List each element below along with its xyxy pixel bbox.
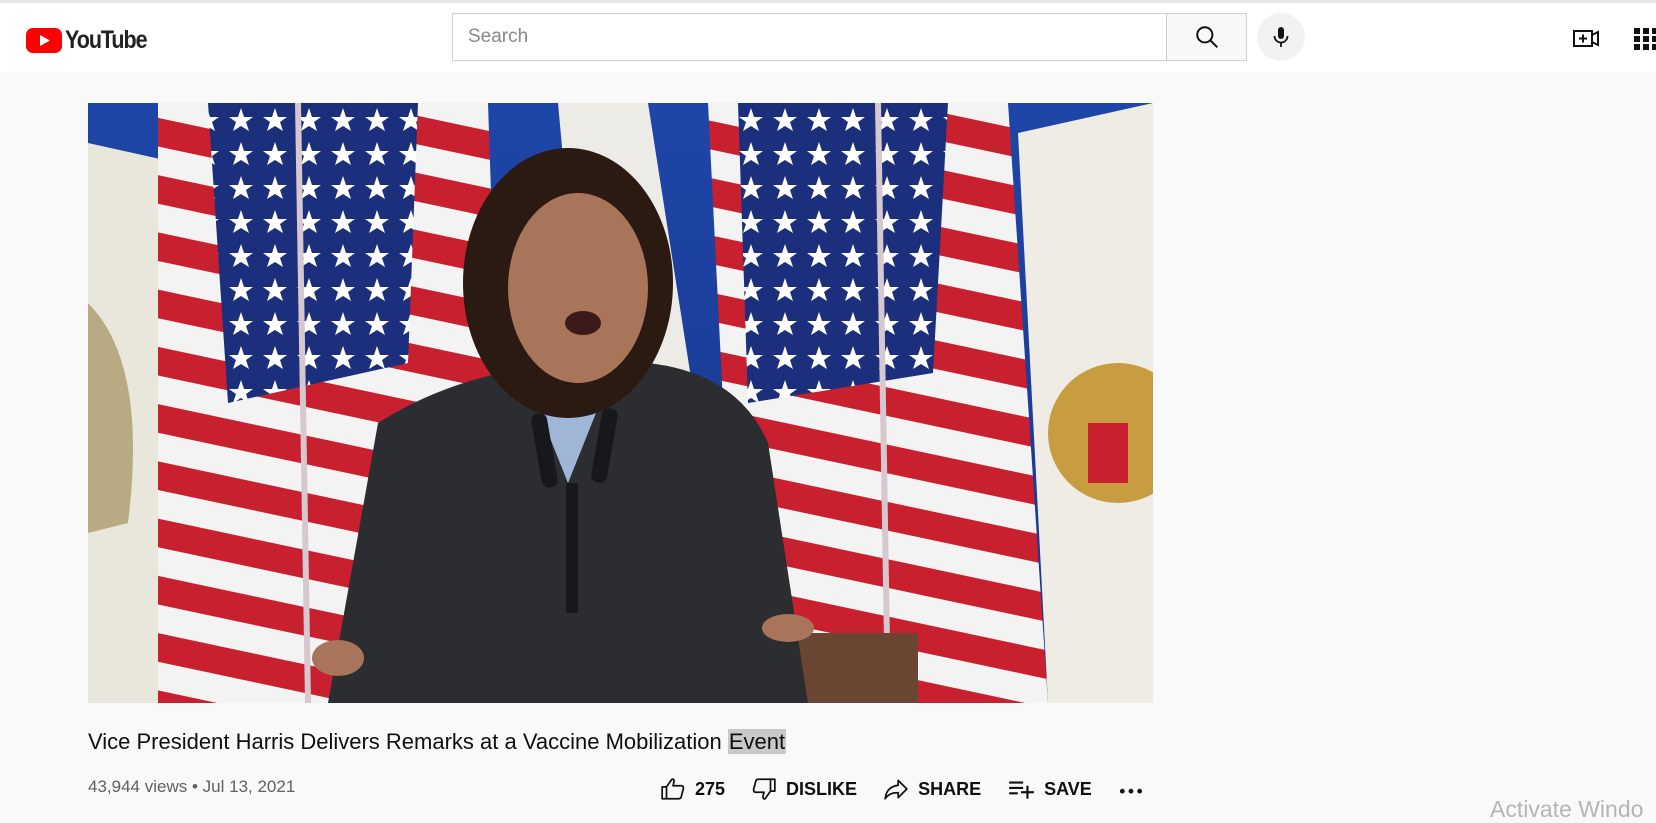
- activate-windows-watermark: Activate Windo: [1490, 796, 1644, 822]
- share-icon: [884, 779, 908, 800]
- video-player[interactable]: [88, 103, 1153, 703]
- create-button[interactable]: [1572, 25, 1600, 53]
- more-actions-button[interactable]: [1118, 776, 1144, 802]
- like-count: 275: [695, 778, 726, 799]
- voice-search-button[interactable]: [1257, 13, 1305, 61]
- save-button[interactable]: SAVE: [1007, 776, 1092, 802]
- video-actions: 275 DISLIKE SHARE SAVE: [660, 773, 1170, 805]
- playlist-add-icon: [1009, 781, 1035, 799]
- apps-button[interactable]: [1634, 27, 1656, 51]
- save-label: SAVE: [1044, 778, 1092, 799]
- masthead: YouTube: [0, 3, 1656, 72]
- youtube-logo[interactable]: YouTube: [26, 26, 160, 55]
- apps-grid-icon: [1634, 28, 1656, 50]
- share-label: SHARE: [918, 778, 982, 799]
- video-title-text: Vice President Harris Delivers Remarks a…: [88, 729, 728, 754]
- microphone-icon: [1273, 27, 1289, 47]
- thumbs-down-icon: [752, 778, 776, 800]
- share-button[interactable]: SHARE: [883, 776, 981, 802]
- search-icon: [1195, 26, 1218, 48]
- dislike-button[interactable]: DISLIKE: [751, 776, 857, 802]
- search-button[interactable]: [1166, 13, 1247, 61]
- meta-separator: •: [191, 777, 198, 796]
- youtube-logo-icon: [26, 28, 62, 53]
- create-video-icon: [1573, 30, 1599, 47]
- thumbs-up-icon: [661, 778, 685, 800]
- upload-date: Jul 13, 2021: [202, 777, 296, 796]
- like-button[interactable]: 275: [660, 776, 725, 802]
- logo-text: YouTube: [65, 26, 148, 54]
- video-frame: [88, 103, 1153, 703]
- dislike-label: DISLIKE: [786, 778, 858, 799]
- view-count: 43,944 views: [88, 777, 188, 796]
- search-input[interactable]: [453, 14, 1166, 60]
- more-horizontal-icon: [1119, 788, 1142, 794]
- search-box: [452, 13, 1166, 61]
- video-title-highlighted-word: Event: [727, 729, 787, 754]
- video-metadata: 43,944 views • Jul 13, 2021: [88, 777, 295, 797]
- video-title: Vice President Harris Delivers Remarks a…: [88, 729, 787, 755]
